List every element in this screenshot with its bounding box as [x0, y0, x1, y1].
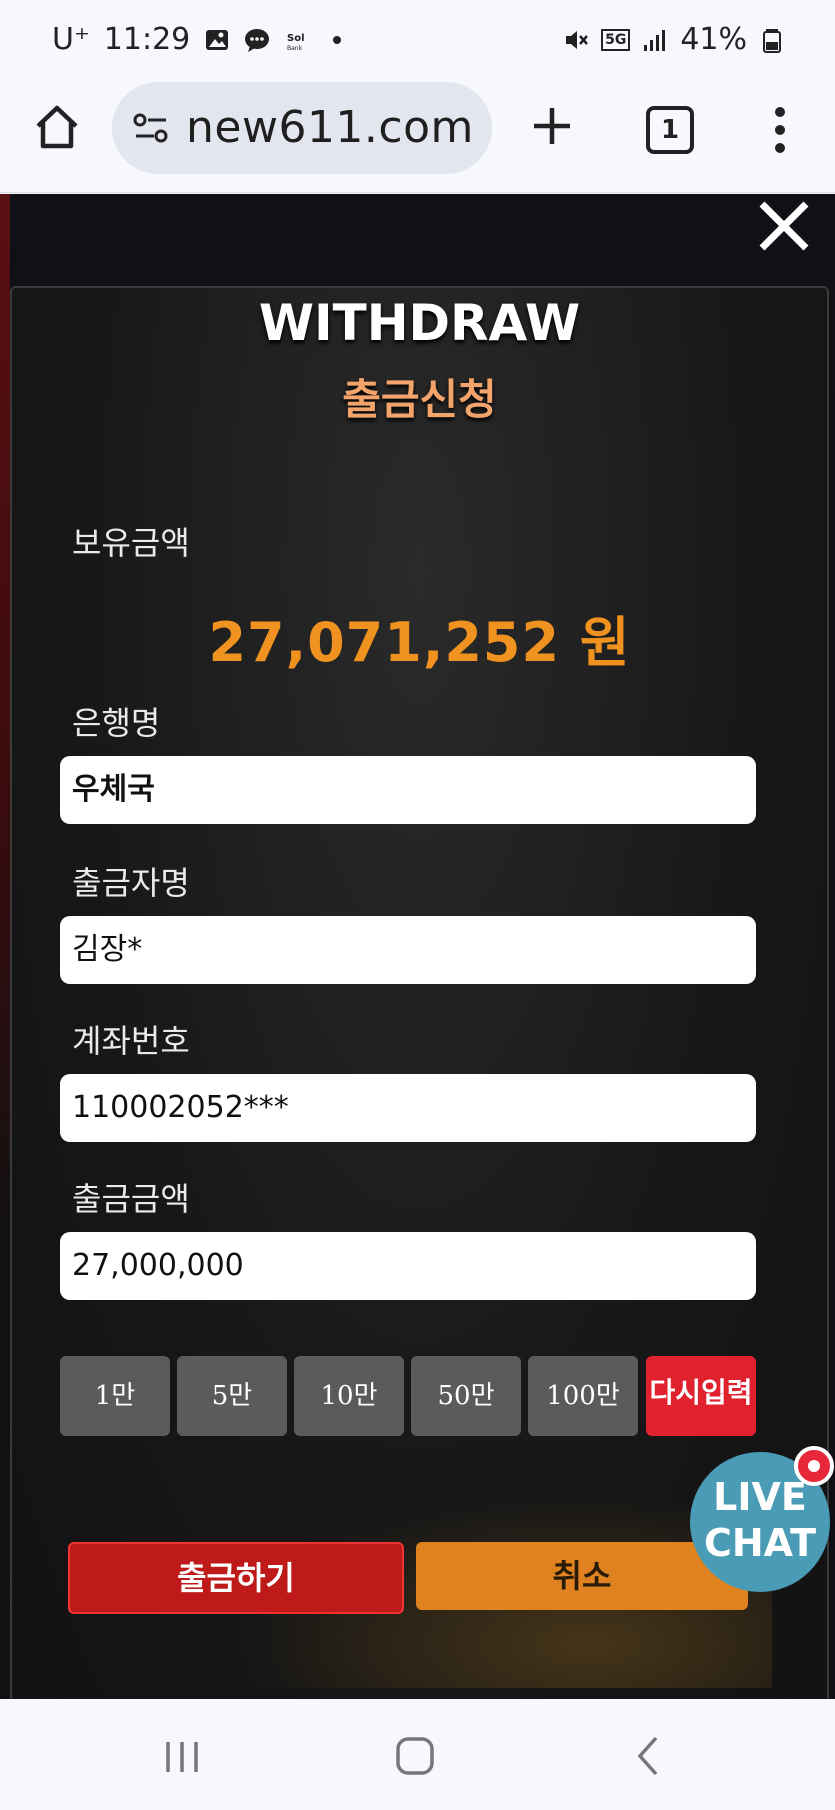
modal-title-en: WITHDRAW [258, 294, 581, 352]
quick-amount-50man-button[interactable]: 50만 [411, 1356, 521, 1436]
background-decoration [0, 194, 10, 1699]
reset-amount-button[interactable]: 다시입력 [646, 1356, 756, 1436]
status-bar: U⁺ 11:29 Sol Bank 5G 41% [0, 0, 835, 80]
quick-amount-1man-button[interactable]: 1만 [60, 1356, 170, 1436]
gallery-icon [206, 29, 229, 50]
bank-field[interactable]: 우체국 [60, 756, 756, 824]
url-text: new611.com [186, 102, 474, 153]
holder-label: 출금자명 [72, 864, 190, 902]
site-settings-icon[interactable] [132, 112, 170, 144]
notification-dot-icon [333, 35, 342, 44]
account-field[interactable]: 110002052*** [60, 1074, 756, 1142]
holder-field[interactable]: 김장* [60, 916, 756, 984]
close-icon[interactable] [754, 196, 814, 256]
account-label: 계좌번호 [72, 1022, 190, 1060]
mute-icon [566, 30, 589, 49]
amount-field[interactable]: 27,000,000 [60, 1232, 756, 1300]
back-icon[interactable] [636, 1734, 660, 1778]
quick-amount-100man-button[interactable]: 100만 [528, 1356, 638, 1436]
system-nav-bar [0, 1700, 835, 1810]
quick-amount-10man-button[interactable]: 10만 [294, 1356, 404, 1436]
url-bar[interactable]: new611.com [112, 82, 492, 174]
more-menu-icon[interactable] [768, 104, 792, 156]
battery-icon [763, 28, 781, 53]
balance-value: 27,071,252 원 [208, 611, 631, 674]
svg-text:Bank: Bank [287, 45, 303, 52]
time-label: 11:29 [103, 22, 191, 57]
recent-apps-icon[interactable] [162, 1738, 202, 1776]
modal-title-ko: 출금신청 [342, 375, 497, 424]
withdraw-submit-button[interactable]: 출금하기 [68, 1542, 404, 1614]
bank-app-icon: SolBank [287, 33, 305, 52]
quick-amount-5man-button[interactable]: 5만 [177, 1356, 287, 1436]
new-tab-icon[interactable] [528, 102, 576, 150]
live-chat-line2: CHAT [703, 1521, 817, 1565]
live-chat-button[interactable]: LIVE CHAT [690, 1446, 834, 1592]
amount-label: 출금금액 [72, 1180, 190, 1218]
svg-text:Sol: Sol [287, 33, 305, 44]
signal-icon [644, 29, 666, 51]
record-icon [794, 1446, 834, 1486]
bank-label: 은행명 [72, 704, 161, 742]
network-type-badge: 5G [601, 28, 631, 51]
balance-label: 보유금액 [72, 524, 190, 562]
battery-percent: 41% [680, 22, 747, 57]
message-icon [245, 28, 270, 52]
tab-switcher-button[interactable]: 1 [646, 106, 694, 154]
browser-toolbar: new611.com 1 [0, 80, 835, 193]
home-icon[interactable] [32, 102, 82, 152]
nav-home-icon[interactable] [395, 1736, 435, 1776]
carrier-label: U⁺ [52, 22, 90, 57]
